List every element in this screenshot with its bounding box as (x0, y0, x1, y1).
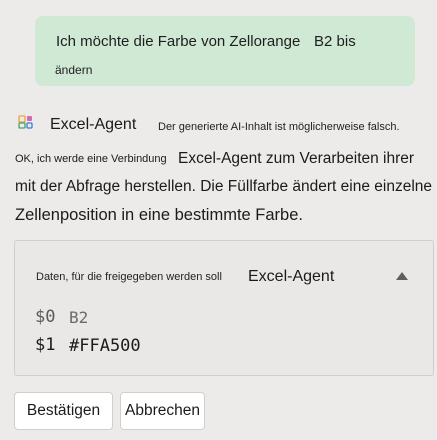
ai-disclaimer: Der generierte AI-Inhalt ist möglicherwe… (158, 121, 400, 133)
param-key: $1 (35, 335, 56, 355)
response-text-line3: Zellenposition in eine bestimmte Farbe. (15, 206, 303, 224)
data-share-agent: Excel-Agent (248, 268, 335, 285)
caret-up-icon[interactable] (393, 270, 411, 282)
cancel-button[interactable]: Abbrechen (120, 392, 205, 430)
param-value: #FFA500 (69, 336, 141, 356)
response-text-line2: mit der Abfrage herstellen. Die Füllfarb… (15, 178, 433, 195)
data-share-card: Daten, für die freigegeben werden soll E… (14, 240, 434, 376)
response-text-line1-small: OK, ich werde eine Verbindung (15, 153, 167, 165)
confirm-button[interactable]: Bestätigen (14, 392, 113, 430)
user-message-text: Ich möchte die Farbe von Zellorange (56, 33, 301, 50)
response-text-line1: Excel-Agent zum Verarbeiten ihrer (178, 150, 415, 167)
user-message-text-cell: B2 bis (314, 33, 356, 50)
param-key: $0 (35, 307, 56, 327)
excel-agent-icon (18, 114, 34, 130)
user-message-bubble: Ich möchte die Farbe von Zellorange B2 b… (35, 16, 415, 86)
agent-name: Excel-Agent (50, 116, 137, 133)
data-share-label: Daten, für die freigegeben werden soll (36, 271, 222, 283)
user-message-text-end: ändern (55, 63, 93, 77)
param-value: B2 (69, 308, 89, 327)
